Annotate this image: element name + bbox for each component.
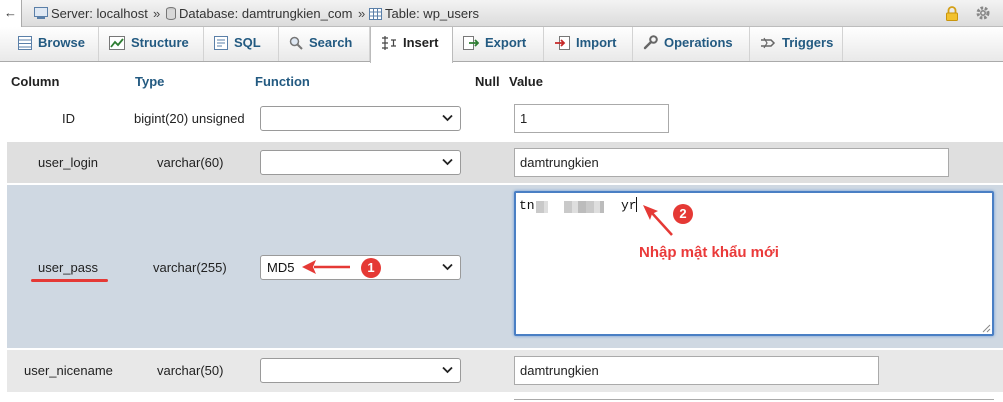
highlight-underline bbox=[31, 279, 108, 282]
tab-bar: Browse Structure SQL Search Insert Expor… bbox=[0, 27, 1003, 63]
value-input[interactable]: damtrungkien bbox=[514, 148, 949, 177]
column-name: user_pass bbox=[38, 260, 98, 275]
value-input[interactable]: 1 bbox=[514, 104, 669, 133]
blurred-text bbox=[564, 201, 604, 213]
chevron-down-icon bbox=[442, 158, 453, 166]
search-icon bbox=[289, 36, 303, 50]
database-icon bbox=[166, 7, 176, 20]
password-textarea[interactable]: tn yr bbox=[514, 191, 994, 336]
lock-icon[interactable] bbox=[945, 6, 959, 24]
breadcrumb-bar: ← Server: localhost » Database: damtrung… bbox=[0, 0, 1003, 27]
tab-structure[interactable]: Structure bbox=[99, 27, 204, 61]
tab-sql[interactable]: SQL bbox=[204, 27, 279, 61]
import-icon bbox=[555, 36, 570, 50]
annotation-note: Nhập mật khẩu mới bbox=[639, 244, 779, 261]
table-icon bbox=[369, 8, 382, 20]
chevron-down-icon bbox=[442, 263, 453, 271]
header-column: Column bbox=[11, 74, 60, 89]
tab-import[interactable]: Import bbox=[544, 27, 633, 61]
triggers-icon bbox=[761, 37, 776, 49]
column-type: varchar(50) bbox=[157, 363, 224, 378]
breadcrumb-server[interactable]: Server: localhost bbox=[34, 6, 148, 21]
chevron-down-icon bbox=[442, 366, 453, 374]
tab-search[interactable]: Search bbox=[279, 27, 370, 61]
text-cursor bbox=[636, 197, 637, 212]
function-select[interactable] bbox=[260, 358, 461, 383]
browse-icon bbox=[18, 36, 32, 50]
structure-icon bbox=[109, 36, 125, 50]
step-badge: 1 bbox=[361, 258, 381, 278]
resize-handle-icon[interactable] bbox=[981, 323, 991, 333]
header-function[interactable]: Function bbox=[255, 74, 310, 89]
column-name: user_nicename bbox=[24, 363, 113, 378]
export-icon bbox=[463, 36, 479, 50]
tab-browse[interactable]: Browse bbox=[8, 27, 99, 61]
blurred-text bbox=[536, 201, 548, 213]
column-name: ID bbox=[62, 111, 75, 126]
tab-operations[interactable]: Operations bbox=[633, 27, 750, 61]
arrow-annotation bbox=[302, 260, 350, 274]
gear-icon[interactable] bbox=[975, 5, 991, 24]
arrow-annotation bbox=[643, 205, 673, 236]
header-value: Value bbox=[509, 74, 543, 89]
header-type[interactable]: Type bbox=[135, 74, 164, 89]
tab-export[interactable]: Export bbox=[453, 27, 544, 61]
column-name: user_login bbox=[38, 155, 98, 170]
breadcrumb-table[interactable]: Table: wp_users bbox=[369, 6, 479, 21]
step-badge: 2 bbox=[673, 204, 693, 224]
operations-icon bbox=[643, 35, 658, 50]
function-select[interactable] bbox=[260, 150, 461, 175]
server-icon bbox=[34, 7, 48, 19]
breadcrumb-database[interactable]: Database: damtrungkien_com bbox=[166, 6, 352, 21]
back-arrow-icon[interactable]: ← bbox=[0, 0, 22, 27]
tab-triggers[interactable]: Triggers bbox=[750, 27, 843, 61]
column-type: varchar(255) bbox=[153, 260, 227, 275]
tab-insert[interactable]: Insert bbox=[370, 27, 453, 63]
header-null: Null bbox=[475, 74, 500, 89]
column-type: varchar(60) bbox=[157, 155, 224, 170]
chevron-down-icon bbox=[442, 114, 453, 122]
function-select[interactable] bbox=[260, 106, 461, 131]
column-type: bigint(20) unsigned bbox=[134, 111, 245, 126]
insert-icon bbox=[382, 36, 396, 50]
sql-icon bbox=[214, 36, 228, 50]
value-input[interactable]: damtrungkien bbox=[514, 356, 879, 385]
